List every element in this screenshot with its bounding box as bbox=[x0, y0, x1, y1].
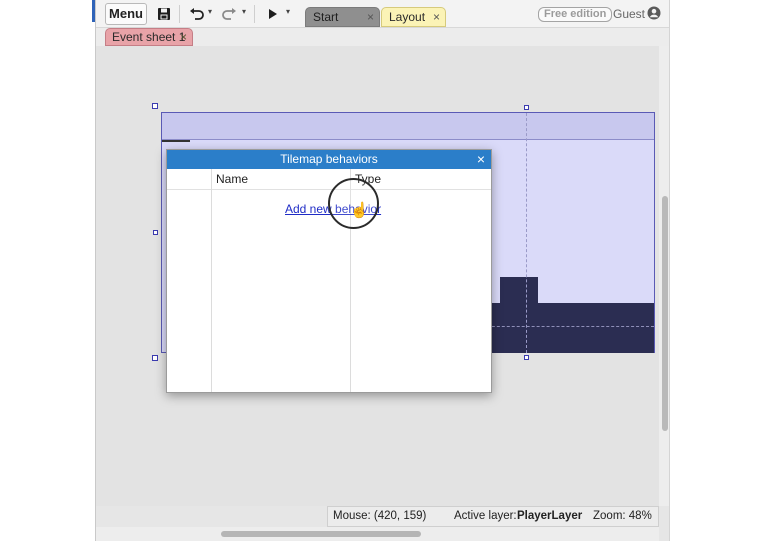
play-dropdown-icon[interactable]: ▾ bbox=[286, 7, 290, 16]
mouse-position: Mouse: (420, 159) bbox=[333, 510, 427, 522]
close-icon[interactable]: × bbox=[477, 150, 485, 169]
column-divider bbox=[211, 169, 212, 392]
tile-edge bbox=[162, 140, 190, 142]
play-icon[interactable] bbox=[266, 5, 280, 23]
tilemap-top-row bbox=[162, 113, 654, 140]
column-header-blank bbox=[167, 169, 211, 190]
undo-icon[interactable] bbox=[188, 5, 204, 23]
toolbar-separator bbox=[254, 5, 255, 23]
free-edition-badge[interactable]: Free edition bbox=[538, 7, 613, 22]
column-header-name[interactable]: Name bbox=[211, 169, 350, 190]
document-tab-bar: Event sheet 1 × bbox=[96, 28, 669, 46]
resize-handle[interactable] bbox=[524, 355, 529, 360]
zoom-level: Zoom: 48% bbox=[593, 510, 652, 522]
resize-handle[interactable] bbox=[152, 103, 158, 109]
hand-cursor-icon: ☝ bbox=[350, 202, 369, 219]
horizontal-scrollbar[interactable] bbox=[96, 527, 659, 541]
menu-button[interactable]: Menu bbox=[105, 3, 147, 25]
user-icon[interactable] bbox=[647, 6, 661, 20]
toolbar-separator bbox=[179, 5, 180, 23]
tab-start-page[interactable]: Start page × bbox=[305, 7, 380, 43]
resize-handle[interactable] bbox=[153, 230, 158, 235]
guest-label[interactable]: Guest bbox=[613, 7, 645, 21]
resize-handle[interactable] bbox=[524, 105, 529, 110]
vertical-scrollbar[interactable] bbox=[659, 46, 669, 506]
horizontal-scroll-thumb[interactable] bbox=[221, 531, 421, 537]
dialog-title[interactable]: Tilemap behaviors bbox=[167, 150, 491, 169]
center-guide-vertical bbox=[526, 113, 527, 353]
undo-dropdown-icon[interactable]: ▾ bbox=[208, 7, 212, 16]
vertical-scroll-thumb[interactable] bbox=[662, 196, 668, 431]
close-icon[interactable]: × bbox=[367, 8, 374, 27]
save-icon[interactable] bbox=[156, 5, 172, 23]
tab-layout-1[interactable]: Layout 1 × bbox=[381, 7, 446, 43]
close-icon[interactable]: × bbox=[433, 8, 440, 27]
tilemap-behaviors-dialog: Tilemap behaviors × Name Type Add new be… bbox=[166, 149, 492, 393]
active-layer-label: Active layer: bbox=[454, 510, 517, 522]
active-layer-value: PlayerLayer bbox=[517, 510, 583, 522]
tab-label: Event sheet 1 bbox=[112, 30, 186, 44]
redo-dropdown-icon[interactable]: ▾ bbox=[242, 7, 246, 16]
status-bar: Mouse: (420, 159) Active layer: PlayerLa… bbox=[327, 506, 659, 527]
tab-event-sheet-1[interactable]: Event sheet 1 × bbox=[105, 28, 193, 46]
resize-handle[interactable] bbox=[152, 355, 158, 361]
main-toolbar: Menu ▾ ▾ ▾ Start page × Layout 1 × Free … bbox=[96, 0, 669, 43]
redo-icon[interactable] bbox=[221, 5, 237, 23]
editor-window: Menu ▾ ▾ ▾ Start page × Layout 1 × Free … bbox=[95, 0, 670, 541]
close-icon[interactable]: × bbox=[180, 29, 187, 45]
layout-canvas[interactable]: Tilemap behaviors × Name Type Add new be… bbox=[96, 46, 659, 506]
